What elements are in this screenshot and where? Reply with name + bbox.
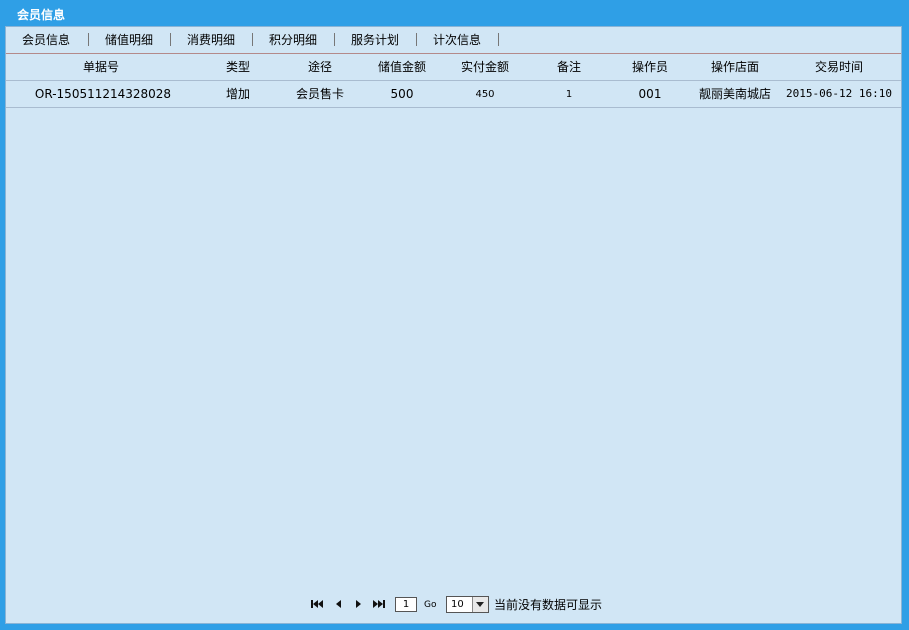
- cell-type: 增加: [225, 87, 250, 101]
- last-page-icon[interactable]: [373, 599, 385, 611]
- cell-paid-amount: 450: [475, 89, 495, 100]
- tab-service-plan[interactable]: 服务计划: [351, 31, 399, 49]
- cell-store: 靓丽美南城店: [698, 87, 771, 101]
- table-header: 单据号 类型 途径 储值金额 实付金额 备注 操作员 操作店面 交易时间: [6, 54, 901, 81]
- window-title: 会员信息: [17, 8, 66, 22]
- column-header-time[interactable]: 交易时间: [799, 59, 879, 75]
- tab-separator: [334, 33, 335, 46]
- tab-separator: [498, 33, 499, 46]
- tab-count-info[interactable]: 计次信息: [433, 31, 481, 49]
- tab-points-details[interactable]: 积分明细: [269, 31, 317, 49]
- cell-stored-amount: 500: [390, 87, 414, 101]
- prev-page-icon[interactable]: [334, 599, 342, 611]
- cell-channel: 会员售卡: [295, 87, 344, 101]
- tab-stored-value-details[interactable]: 储值明细: [105, 31, 153, 49]
- tab-separator: [170, 33, 171, 46]
- tab-bar: 会员信息 储值明细 消费明细 积分明细 服务计划 计次信息: [6, 27, 901, 54]
- go-button[interactable]: Go: [424, 599, 436, 611]
- window-titlebar: 会员信息: [0, 0, 909, 26]
- cell-operator: 001: [638, 87, 662, 101]
- tab-separator: [88, 33, 89, 46]
- column-header-type[interactable]: 类型: [213, 59, 263, 75]
- tab-member-info[interactable]: 会员信息: [22, 31, 70, 49]
- column-header-stored-amount[interactable]: 储值金额: [367, 59, 437, 75]
- content-panel: 会员信息 储值明细 消费明细 积分明细 服务计划 计次信息 单据号 类型 途径 …: [5, 26, 902, 624]
- column-header-operator[interactable]: 操作员: [620, 59, 680, 75]
- tab-separator: [252, 33, 253, 46]
- column-header-store[interactable]: 操作店面: [695, 59, 775, 75]
- tab-consumption-details[interactable]: 消费明细: [187, 31, 235, 49]
- page-size-value: 10: [451, 599, 464, 610]
- pagination: Go 10 当前没有数据可显示: [311, 596, 711, 614]
- column-header-order-no[interactable]: 单据号: [51, 59, 151, 75]
- pager-status-text: 当前没有数据可显示: [494, 598, 603, 612]
- table-row[interactable]: OR-150511214328028 增加 会员售卡 500 450 1 001…: [6, 81, 901, 108]
- cell-remark: 1: [565, 89, 573, 100]
- tab-separator: [416, 33, 417, 46]
- next-page-icon[interactable]: [355, 599, 363, 611]
- page-size-select[interactable]: 10: [446, 596, 489, 613]
- column-header-paid-amount[interactable]: 实付金额: [450, 59, 520, 75]
- first-page-icon[interactable]: [311, 599, 323, 611]
- column-header-remark[interactable]: 备注: [544, 59, 594, 75]
- page-number-input[interactable]: [395, 597, 417, 612]
- chevron-down-icon[interactable]: [472, 597, 488, 612]
- cell-time: 2015-06-12 16:10: [786, 87, 892, 100]
- column-header-channel[interactable]: 途径: [295, 59, 345, 75]
- cell-order-no: OR-150511214328028: [34, 87, 172, 101]
